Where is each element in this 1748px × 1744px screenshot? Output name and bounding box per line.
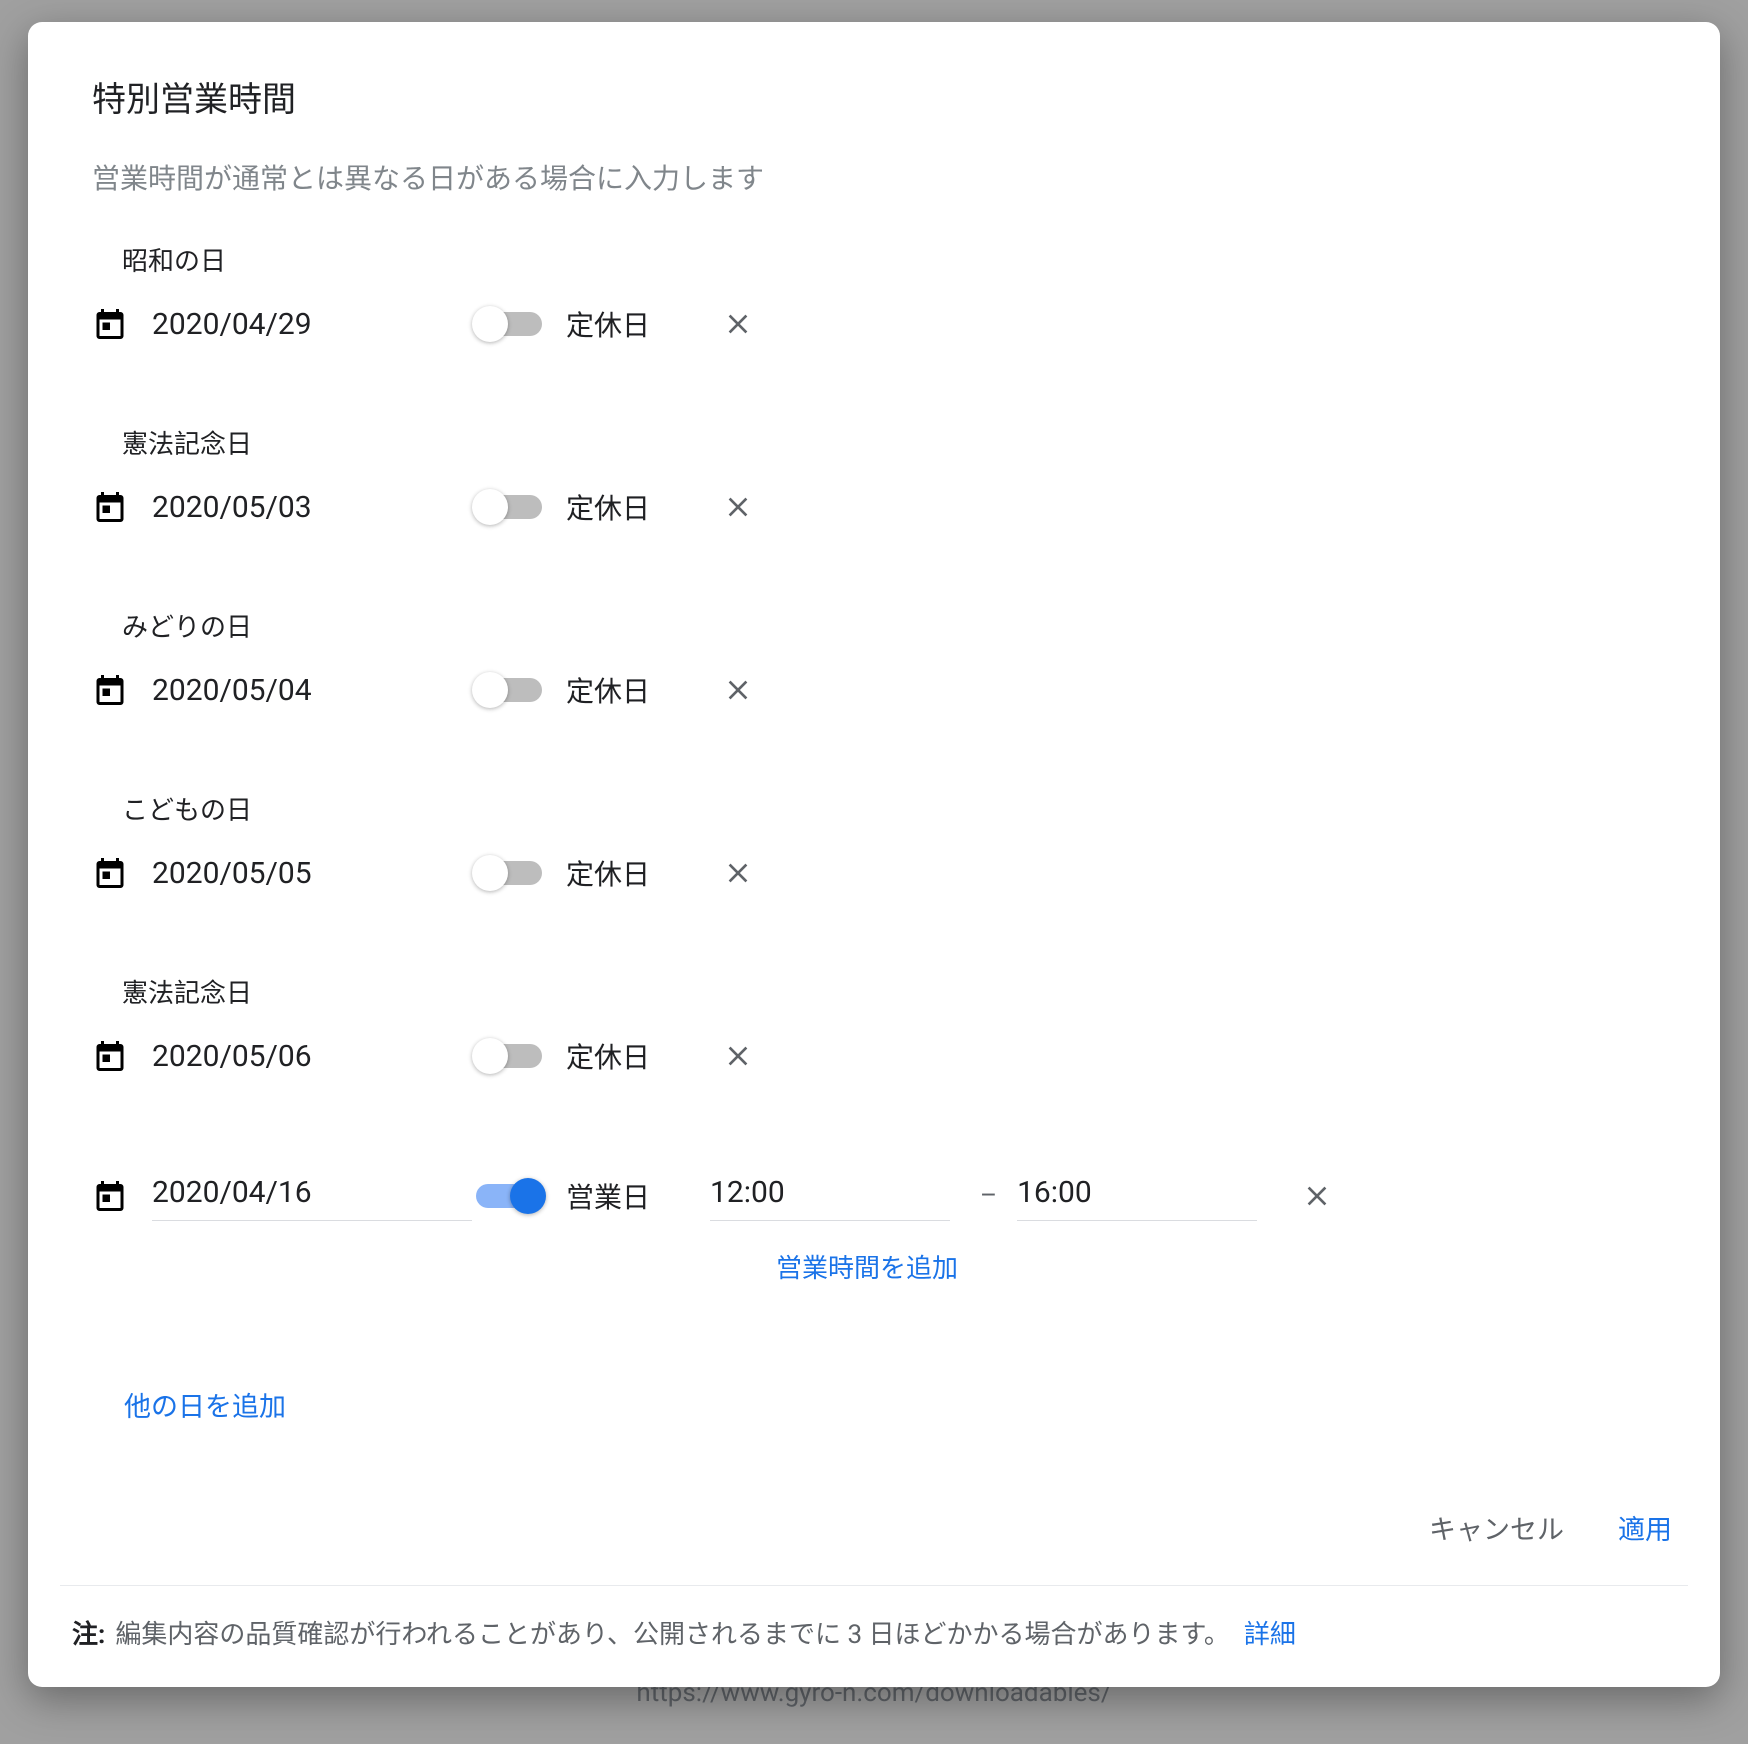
holiday-block: 憲法記念日 2020/05/03 定休日 [60,424,1688,547]
dialog-subtitle: 営業時間が通常とは異なる日がある場合に入力します [92,157,1688,197]
dialog-title: 特別営業時間 [92,72,1688,121]
toggle-label: 定休日 [566,1036,676,1076]
holiday-row: 2020/05/04 定休日 [60,650,1688,730]
remove-row-button[interactable] [718,670,758,710]
toggle-label: 定休日 [566,853,676,893]
calendar-icon [92,306,128,342]
holiday-row: 2020/04/29 定休日 [60,284,1688,364]
remove-row-button[interactable] [718,1036,758,1076]
calendar-icon [92,1178,128,1214]
holiday-block: 憲法記念日 2020/05/06 定休日 [60,973,1688,1096]
remove-row-button[interactable] [718,853,758,893]
holiday-date: 2020/05/04 [152,673,472,708]
holiday-name: みどりの日 [60,607,1688,644]
closed-toggle[interactable] [472,670,546,710]
calendar-icon [92,672,128,708]
closed-toggle[interactable] [472,853,546,893]
holiday-name: 昭和の日 [60,241,1688,278]
closed-toggle[interactable] [472,304,546,344]
holiday-name: 憲法記念日 [60,973,1688,1010]
add-hours-button[interactable]: 営業時間を追加 [776,1248,958,1285]
closed-toggle[interactable] [472,487,546,527]
remove-row-button[interactable] [718,487,758,527]
calendar-icon [92,489,128,525]
holiday-date: 2020/05/05 [152,856,472,891]
add-day-button[interactable]: 他の日を追加 [124,1385,286,1424]
holiday-name: こどもの日 [60,790,1688,827]
note-label: 注: [72,1614,105,1651]
holiday-date: 2020/05/03 [152,490,472,525]
holiday-date: 2020/04/29 [152,307,472,342]
note-details-link[interactable]: 詳細 [1244,1614,1296,1651]
time-separator: – [980,1181,997,1211]
open-time-input[interactable] [710,1171,950,1221]
footer-note: 注: 編集内容の品質確認が行われることがあり、公開されるまでに 3 日ほどかかる… [60,1585,1688,1651]
holiday-block: こどもの日 2020/05/05 定休日 [60,790,1688,913]
toggle-label: 営業日 [566,1176,676,1216]
holiday-row: 2020/05/05 定休日 [60,833,1688,913]
dialog-actions: キャンセル 適用 [60,1508,1688,1577]
remove-row-button[interactable] [1297,1176,1337,1216]
cancel-button[interactable]: キャンセル [1429,1508,1564,1547]
holiday-row: 2020/05/06 定休日 [60,1016,1688,1096]
close-time-input[interactable] [1017,1171,1257,1221]
holiday-block: 昭和の日 2020/04/29 定休日 [60,241,1688,364]
modal-backdrop: https://www.gyro-n.com/downloadables/ 特別… [0,0,1748,1744]
custom-date-input[interactable] [152,1171,472,1221]
toggle-label: 定休日 [566,487,676,527]
calendar-icon [92,1038,128,1074]
holiday-block: みどりの日 2020/05/04 定休日 [60,607,1688,730]
toggle-label: 定休日 [566,304,676,344]
calendar-icon [92,855,128,891]
special-hours-dialog: 特別営業時間 営業時間が通常とは異なる日がある場合に入力します 昭和の日 202… [28,22,1720,1687]
holiday-date: 2020/05/06 [152,1039,472,1074]
toggle-label: 定休日 [566,670,676,710]
open-toggle[interactable] [472,1176,546,1216]
note-text: 編集内容の品質確認が行われることがあり、公開されるまでに 3 日ほどかかる場合が… [115,1614,1230,1651]
remove-row-button[interactable] [718,304,758,344]
closed-toggle[interactable] [472,1036,546,1076]
holiday-row: 2020/05/03 定休日 [60,467,1688,547]
holiday-name: 憲法記念日 [60,424,1688,461]
custom-day-row: 営業日 – [60,1156,1688,1236]
apply-button[interactable]: 適用 [1618,1508,1672,1547]
